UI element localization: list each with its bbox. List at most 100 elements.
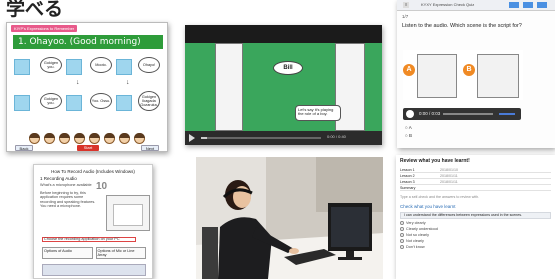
character-face-icon[interactable] <box>74 133 85 144</box>
video-caption: Let's say it's playing the role of a boy… <box>295 105 341 121</box>
down-arrow-icon: ↓ <box>76 79 80 86</box>
video-seek-bar[interactable] <box>201 137 321 139</box>
back-button[interactable]: Back <box>15 145 33 151</box>
row-value: 2018/01/11 <box>440 173 458 178</box>
radio-icon[interactable] <box>400 227 404 231</box>
video-player-thumbnail[interactable]: Bill Let's say it's playing the role of … <box>185 25 382 145</box>
option-box: Options of Mic or Line Array <box>95 247 146 259</box>
expression-bubble: Gokigen you. <box>40 57 62 73</box>
video-screen[interactable]: Bill Let's say it's playing the role of … <box>185 43 382 131</box>
guide-screenshot-strip <box>42 264 146 276</box>
slide-button-bar: Back Start Next <box>11 145 163 151</box>
audio-seek-bar[interactable] <box>443 113 493 115</box>
row-value: 2018/01/10 <box>440 167 458 172</box>
next-button[interactable]: Next <box>141 145 159 151</box>
character-face-icon[interactable] <box>89 133 100 144</box>
character-face-icon[interactable] <box>119 133 130 144</box>
review-heading: Review what you have learnt! <box>400 158 470 164</box>
quiz-menu-button[interactable]: ≡ <box>403 2 410 8</box>
character-square <box>66 59 82 75</box>
radio-label: Very clearly <box>406 221 426 225</box>
learner-photo <box>196 157 383 279</box>
character-face-icon[interactable] <box>29 133 40 144</box>
radio-label: Clearly understood <box>406 227 438 231</box>
quiz-blue-button[interactable] <box>509 2 519 8</box>
radio-option[interactable]: Not clearly <box>400 239 551 243</box>
question-prompt: Listen to the audio. Which scene is the … <box>402 23 522 29</box>
row-label: Lesson 2 <box>400 173 415 178</box>
guide-title: How To Record Audio (Includes Windows) <box>51 169 135 174</box>
answer-option-a-label: A <box>408 125 412 130</box>
character-square <box>116 59 132 75</box>
audio-player[interactable]: 0:00 / 0:03 <box>403 108 521 120</box>
speech-bubble: Bill <box>273 61 303 75</box>
character-face-icon[interactable] <box>104 133 115 144</box>
guide-document-thumbnail[interactable]: How To Record Audio (Includes Windows) 1… <box>33 164 153 279</box>
option-a-badge: A <box>403 64 415 76</box>
quiz-window-title: KYXY Expression Check Quiz <box>421 2 475 7</box>
expression-bubble: Gokigen you. <box>40 93 62 109</box>
slide-tab-row: KIYP's Expressions to Remember <box>11 25 78 32</box>
video-time: 0:00 / 0:40 <box>327 134 346 139</box>
start-button[interactable]: Start <box>77 145 99 151</box>
page-heading: 学べる <box>6 0 64 20</box>
quiz-scene-illustration: A B <box>403 50 523 100</box>
guide-option-boxes: Options of Audio Options of Mic or Line … <box>42 247 146 259</box>
scene-panel-b <box>477 54 519 98</box>
quiz-window-thumbnail[interactable]: ≡ KYXY Expression Check Quiz 1/7 Listen … <box>397 0 555 148</box>
option-b-badge: B <box>463 64 475 76</box>
manga-panel <box>215 43 243 131</box>
row-label: Lesson 1 <box>400 167 415 172</box>
audio-play-button[interactable] <box>406 110 414 118</box>
slide-tab[interactable]: KIYP's Expressions to Remember <box>11 25 78 32</box>
radio-icon[interactable] <box>400 239 404 243</box>
volume-slider[interactable] <box>499 113 515 115</box>
play-icon[interactable] <box>189 134 195 142</box>
video-progress-fill <box>201 137 207 139</box>
table-row[interactable]: Summary <box>400 185 551 191</box>
expression-bubble: Yoo. Ossu. <box>90 93 112 109</box>
review-question-bar: I can understand the differences between… <box>400 212 551 219</box>
character-face-icon[interactable] <box>134 133 145 144</box>
learner-photo-image <box>196 157 383 279</box>
character-square <box>14 59 30 75</box>
context-menu <box>113 204 143 226</box>
character-face-icon[interactable] <box>59 133 70 144</box>
review-subheading: Check what you have learnt <box>400 204 456 209</box>
answer-option-b[interactable]: ○ B <box>405 133 412 138</box>
lesson-slide-thumbnail[interactable]: KIYP's Expressions to Remember 1. Ohayoo… <box>6 22 168 152</box>
scene-panel-a <box>417 54 457 98</box>
guide-section-heading: 1 Recording Audio <box>40 176 77 181</box>
quiz-blue-button[interactable] <box>523 2 533 8</box>
radio-option[interactable]: Very clearly <box>400 221 551 225</box>
radio-label: Not clearly <box>406 239 424 243</box>
radio-icon[interactable] <box>400 245 404 249</box>
radio-option[interactable]: Don't know <box>400 245 551 249</box>
expression-bubble: Ohayo! <box>138 57 160 73</box>
quiz-title-bar: ≡ KYXY Expression Check Quiz <box>397 0 555 11</box>
quiz-blue-button[interactable] <box>537 2 547 8</box>
guide-paragraph: What's a microphone available <box>40 183 92 187</box>
row-label: Summary <box>400 185 416 190</box>
expression-bubble: Gokigen Ikagada Gozaruka. <box>138 91 160 111</box>
radio-option[interactable]: Clearly understood <box>400 227 551 231</box>
answer-option-a[interactable]: ○ A <box>405 125 412 130</box>
radio-icon[interactable] <box>400 233 404 237</box>
guide-paragraph: Before beginning to try, this applicatio… <box>40 190 96 209</box>
expression-grid: Gokigen you. Mooto. Ohayo! ↓ ↓ Gokigen y… <box>14 55 162 133</box>
question-number: 1/7 <box>402 14 409 19</box>
review-page-thumbnail[interactable]: Review what you have learnt! Lesson 1 201… <box>396 155 555 279</box>
radio-icon[interactable] <box>400 221 404 225</box>
guide-logo: 10 <box>96 181 108 192</box>
radio-label: Don't know <box>406 245 425 249</box>
lesson-title-banner: 1. Ohayoo. (Good morning) <box>13 35 163 49</box>
radio-option[interactable]: Not so clearly <box>400 233 551 237</box>
character-faces <box>29 133 145 144</box>
highlight-text: Choose the recording application on your… <box>44 237 120 241</box>
character-face-icon[interactable] <box>44 133 55 144</box>
video-controls: 0:00 / 0:40 <box>185 131 382 145</box>
down-arrow-icon: ↓ <box>126 79 130 86</box>
expression-bubble: Mooto. <box>90 57 112 73</box>
audio-time: 0:00 / 0:03 <box>419 111 441 116</box>
radio-label: Not so clearly <box>406 233 430 237</box>
